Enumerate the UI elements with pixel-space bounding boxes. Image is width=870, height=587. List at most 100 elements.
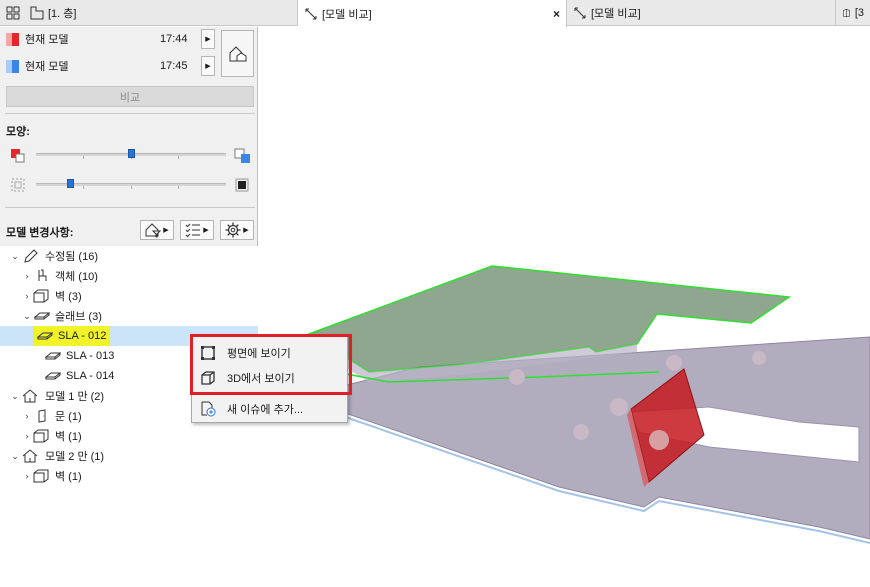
- transparency-slider-track[interactable]: [36, 179, 226, 189]
- transparency-slider-thumb[interactable]: [67, 179, 74, 188]
- 3d-model-scene[interactable]: [259, 27, 870, 584]
- tab-3d-label: [3: [854, 7, 864, 19]
- object-sphere[interactable]: [649, 430, 669, 450]
- chevron-right-icon[interactable]: ›: [22, 431, 32, 441]
- menu-label-show-in-3d: 3D에서 보이기: [227, 373, 295, 385]
- close-tab-button[interactable]: ×: [553, 7, 560, 21]
- object-sphere[interactable]: [752, 351, 766, 365]
- tree-label: 벽 (3): [55, 291, 82, 303]
- tree-label: 벽 (1): [55, 471, 82, 483]
- menu-item-show-in-3d[interactable]: 3D에서 보이기: [194, 367, 345, 389]
- compare-arrows-icon: [305, 8, 317, 19]
- chevron-down-icon[interactable]: ⌄: [10, 451, 20, 461]
- chevron-right-icon[interactable]: ›: [22, 271, 32, 281]
- divider: [5, 113, 255, 114]
- chevron-down-icon[interactable]: ⌄: [10, 391, 20, 401]
- sla-012-highlight: SLA - 012: [33, 326, 111, 346]
- 3d-viewport[interactable]: [259, 27, 870, 584]
- tab-3d[interactable]: [3: [836, 0, 870, 26]
- door-icon: [38, 409, 46, 423]
- tree-label: 수정됨 (16): [45, 251, 98, 263]
- object-sphere[interactable]: [573, 424, 589, 440]
- object-sphere[interactable]: [509, 369, 525, 385]
- checklist-icon: [185, 223, 201, 238]
- model-2-time: 17:45: [160, 60, 188, 72]
- add-issue-icon: [201, 401, 216, 417]
- model-2-name: 현재 모델: [25, 61, 69, 73]
- slab-icon: [45, 372, 61, 380]
- context-menu: 평면에 보이기 3D에서 보이기 새 이슈에 추가...: [191, 334, 348, 423]
- tree-label: 문 (1): [55, 411, 82, 423]
- menu-item-show-in-plan[interactable]: 평면에 보이기: [194, 342, 345, 364]
- appearance-title: 모양:: [6, 126, 30, 138]
- wall-icon: [33, 469, 49, 483]
- tab-model-compare-2-label: [모델 비교]: [591, 8, 641, 20]
- menu-item-add-to-new-issue[interactable]: 새 이슈에 추가...: [194, 398, 345, 420]
- tree-item-modified[interactable]: ⌄ 수정됨 (16): [0, 246, 258, 266]
- list-options-button[interactable]: ▶: [180, 220, 214, 240]
- transparency-light-icon[interactable]: [11, 178, 25, 192]
- slab-icon: [34, 312, 50, 320]
- 3d-view-icon: [201, 371, 215, 385]
- slider-tick: [131, 186, 132, 189]
- tree-item-walls-model-1[interactable]: › 벽 (1): [0, 426, 258, 446]
- tree-item-slabs[interactable]: ⌄ 슬래브 (3): [0, 306, 258, 326]
- tree-item-objects[interactable]: › 객체 (10): [0, 266, 258, 286]
- chevron-right-icon[interactable]: ›: [22, 291, 32, 301]
- tab-floor-plan-label: [1. 층]: [48, 8, 77, 20]
- tab-model-compare-2[interactable]: [모델 비교]: [567, 0, 836, 26]
- tree-label: 모델 1 만 (2): [45, 391, 105, 403]
- model-1-color-icon[interactable]: [10, 148, 26, 164]
- slab-icon: [37, 332, 53, 340]
- grid-icon[interactable]: [6, 6, 20, 20]
- compare-button[interactable]: 비교: [6, 86, 254, 107]
- model-compare-panel: 현재 모델 17:44 ▶ 현재 모델 17:45 ▶ 비교 모양: 모델 변경…: [0, 27, 258, 584]
- swap-models-button[interactable]: [221, 30, 254, 77]
- pencil-icon: [24, 249, 38, 263]
- plan-view-icon: [201, 346, 215, 360]
- floor-plan-icon: [30, 6, 44, 20]
- menu-label-show-in-plan: 평면에 보이기: [227, 348, 291, 360]
- model-2-color-icon[interactable]: [234, 148, 252, 164]
- chevron-right-icon[interactable]: ›: [22, 411, 32, 421]
- tree-label: 벽 (1): [55, 431, 82, 443]
- compare-arrows-icon: [574, 7, 586, 19]
- filter-button[interactable]: ▶: [140, 220, 174, 240]
- chevron-right-icon: ▶: [203, 227, 209, 234]
- menu-label-add-issue: 새 이슈에 추가...: [227, 404, 304, 416]
- tab-model-compare-active[interactable]: [모델 비교] ×: [298, 0, 567, 27]
- tree-item-walls-model-2[interactable]: › 벽 (1): [0, 466, 258, 486]
- tab-model-compare-label: [모델 비교]: [322, 8, 372, 21]
- chevron-right-icon: ▶: [243, 227, 249, 234]
- color-slider-track[interactable]: [36, 149, 226, 159]
- model-1-name: 현재 모델: [25, 34, 69, 46]
- house-filter-icon: [145, 223, 162, 238]
- color-slider-thumb[interactable]: [128, 149, 135, 158]
- model-row-2: 현재 모델 17:45 ▶: [0, 54, 258, 78]
- model-changes-title: 모델 변경사항:: [6, 227, 74, 239]
- 3d-window-icon: [842, 8, 850, 18]
- house-compare-icon: [229, 45, 246, 61]
- object-sphere[interactable]: [666, 355, 682, 371]
- model-1-color-swatch: [6, 33, 19, 46]
- tab-floor-plan[interactable]: [1. 층]: [0, 0, 298, 26]
- model-2-select-button[interactable]: ▶: [201, 56, 215, 76]
- model-1-select-button[interactable]: ▶: [201, 29, 215, 49]
- model-2-color-swatch: [6, 60, 19, 73]
- slider-tick: [83, 186, 84, 189]
- house-icon: [22, 449, 38, 463]
- settings-button[interactable]: ▶: [220, 220, 254, 240]
- chevron-right-icon[interactable]: ›: [22, 471, 32, 481]
- chevron-down-icon[interactable]: ⌄: [10, 251, 20, 261]
- transparency-dark-icon[interactable]: [235, 178, 249, 192]
- chevron-down-icon[interactable]: ⌄: [22, 311, 32, 321]
- wall-icon: [33, 429, 49, 443]
- chair-icon: [38, 269, 47, 281]
- object-sphere[interactable]: [610, 398, 628, 416]
- tree-item-model-2-only[interactable]: ⌄ 모델 2 만 (1): [0, 446, 258, 466]
- tree-label: 슬래브 (3): [55, 311, 102, 323]
- chevron-right-icon: ▶: [163, 227, 169, 234]
- slider-tick: [178, 156, 179, 159]
- tab-bar: [1. 층] [모델 비교] × [모델 비교] [3: [0, 0, 870, 27]
- tree-item-walls[interactable]: › 벽 (3): [0, 286, 258, 306]
